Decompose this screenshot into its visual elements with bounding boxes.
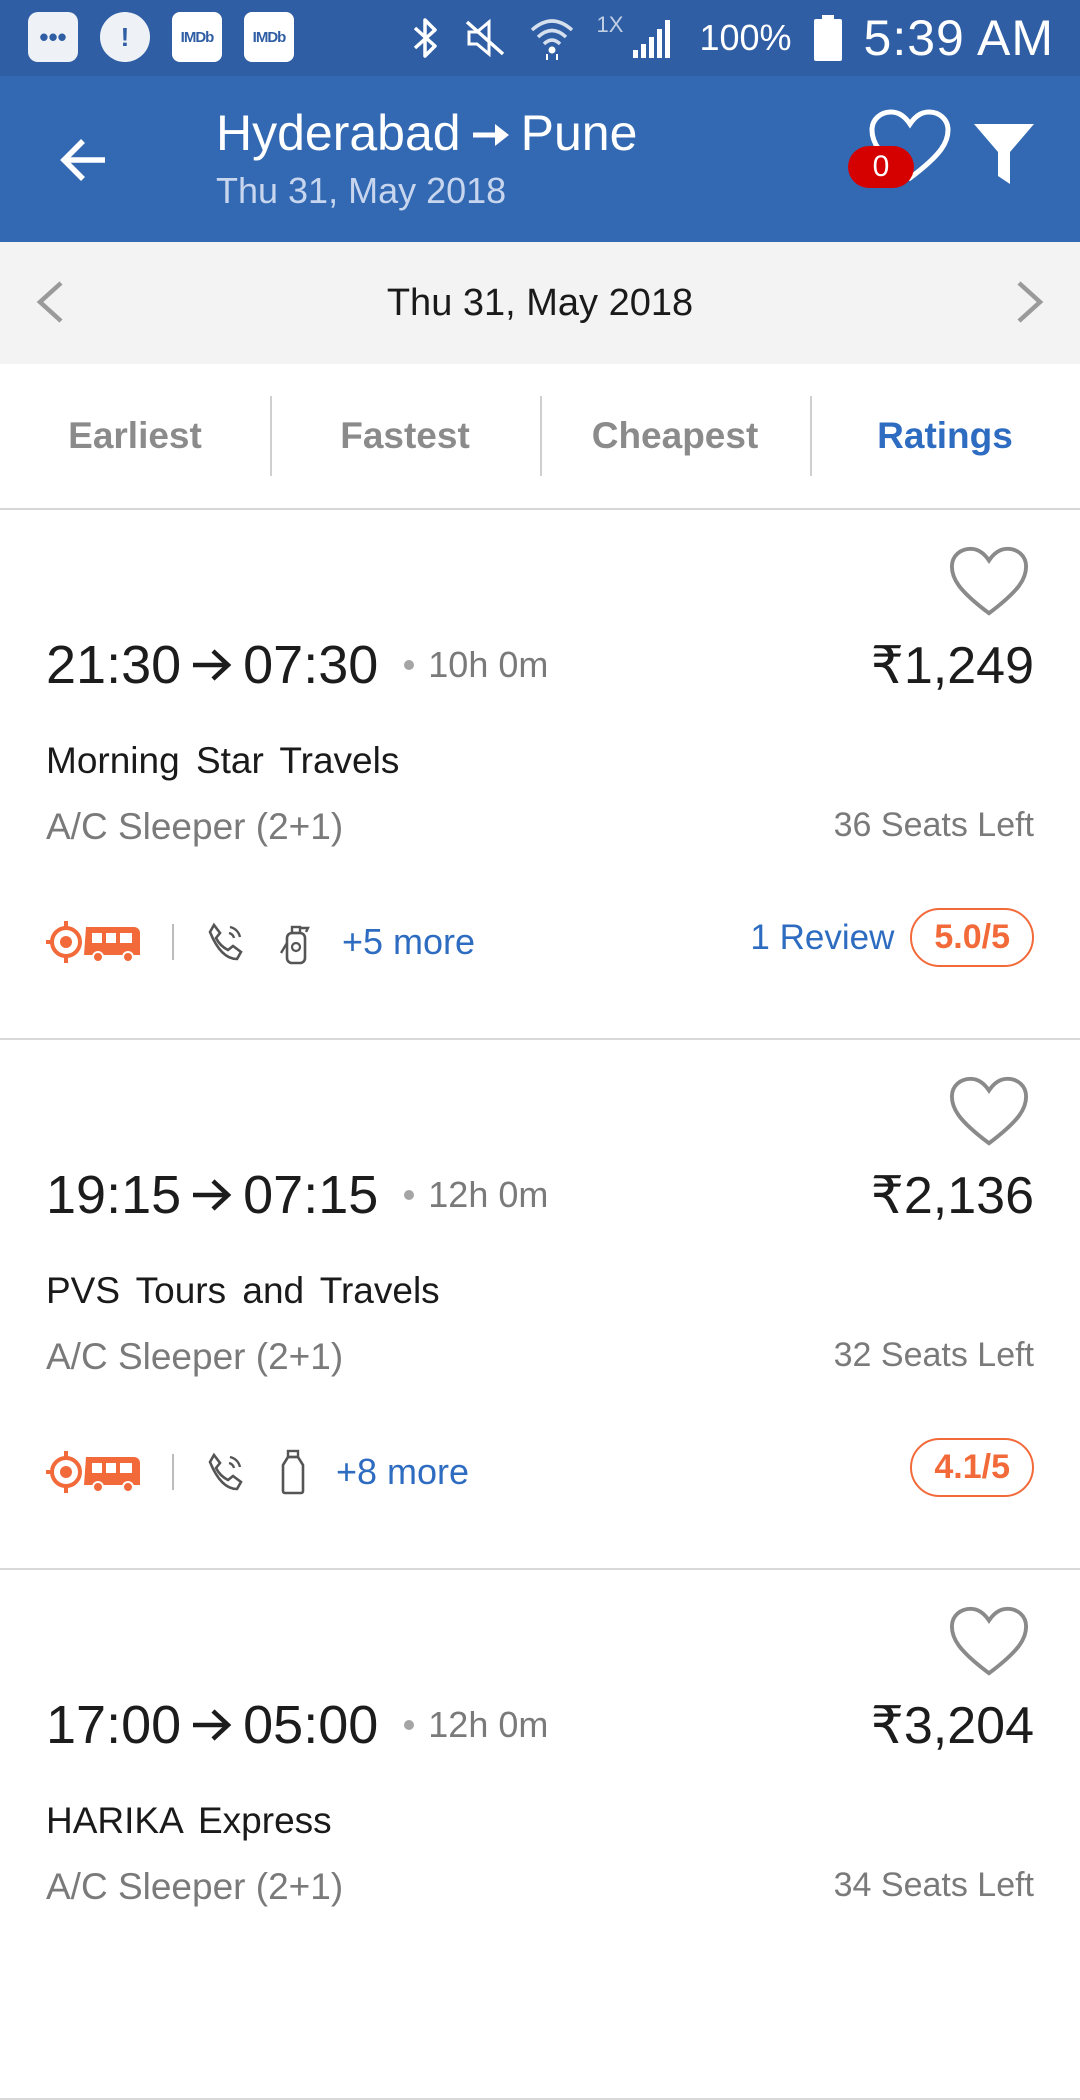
journey-duration: 10h 0m bbox=[404, 644, 548, 686]
journey-times: 19:15 07:15 12h 0m bbox=[46, 1164, 548, 1226]
amenity-divider bbox=[172, 924, 174, 960]
mute-icon bbox=[463, 18, 507, 58]
status-bar: ••• ! IMDb IMDb 1X 100% 5:39 AM bbox=[0, 0, 1080, 76]
departure-time: 19:15 bbox=[46, 1165, 182, 1225]
fire-extinguisher-icon bbox=[278, 919, 314, 965]
bus-card[interactable]: 17:00 05:00 12h 0m ₹3,204 HARIKA Express… bbox=[0, 1570, 1080, 2100]
amenities-row: +8 more bbox=[46, 1442, 469, 1502]
tab-earliest[interactable]: Earliest bbox=[0, 364, 270, 508]
sort-tabs: Earliest Fastest Cheapest Ratings bbox=[0, 364, 1080, 510]
arrival-time: 07:30 bbox=[243, 635, 379, 695]
favorite-bus-button[interactable] bbox=[948, 1074, 1030, 1150]
seats-left: 32 Seats Left bbox=[833, 1336, 1034, 1374]
back-arrow-icon bbox=[60, 139, 105, 181]
imdb-icon: IMDb bbox=[244, 12, 294, 62]
rating-badge: 4.1/5 bbox=[910, 1438, 1034, 1497]
filter-icon bbox=[974, 124, 1034, 184]
arrival-time: 07:15 bbox=[243, 1165, 379, 1225]
date-navigator: Thu 31, May 2018 bbox=[0, 242, 1080, 364]
duration-text: 10h 0m bbox=[428, 644, 549, 685]
bullet-dot-icon bbox=[404, 1190, 415, 1200]
network-type-label: 1X bbox=[596, 12, 624, 37]
journey-duration: 12h 0m bbox=[404, 1704, 548, 1746]
selected-date: Thu 31, May 2018 bbox=[386, 282, 694, 324]
chevron-right-icon bbox=[1017, 281, 1044, 323]
bus-type: A/C Sleeper (2+1) bbox=[46, 1866, 344, 1907]
alert-icon: ! bbox=[100, 12, 150, 62]
bus-type: A/C Sleeper (2+1) bbox=[46, 1336, 344, 1377]
rating-section: 1 Review 5.0/5 bbox=[750, 908, 1034, 967]
amenities-row: +5 more bbox=[46, 912, 475, 972]
departure-time: 21:30 bbox=[46, 635, 182, 695]
back-button[interactable] bbox=[44, 120, 124, 200]
bus-list: 21:30 07:30 10h 0m ₹1,249 Morning Star T… bbox=[0, 510, 1080, 2100]
route-heading: Hyderabad Pune bbox=[216, 104, 637, 162]
system-icons: 1X 100% 5:39 AM bbox=[411, 6, 1054, 70]
tab-fastest[interactable]: Fastest bbox=[270, 364, 540, 508]
amenity-divider bbox=[172, 1454, 174, 1490]
departure-time: 17:00 bbox=[46, 1695, 182, 1755]
more-amenities-link[interactable]: +5 more bbox=[342, 921, 475, 963]
tab-ratings[interactable]: Ratings bbox=[810, 364, 1080, 508]
favorites-count-badge: 0 bbox=[848, 146, 914, 188]
seats-left: 36 Seats Left bbox=[833, 806, 1034, 844]
filter-button[interactable] bbox=[972, 120, 1048, 200]
emergency-call-icon bbox=[204, 1451, 246, 1493]
arrival-time: 05:00 bbox=[243, 1695, 379, 1755]
next-date-button[interactable] bbox=[1000, 272, 1060, 332]
favorite-bus-button[interactable] bbox=[948, 544, 1030, 620]
duration-text: 12h 0m bbox=[428, 1174, 549, 1215]
origin-city: Hyderabad bbox=[216, 105, 461, 161]
chat-notification-icon: ••• bbox=[28, 12, 78, 62]
battery-icon bbox=[813, 15, 842, 61]
journey-times: 21:30 07:30 10h 0m bbox=[46, 634, 548, 696]
reviews-link[interactable]: 1 Review bbox=[750, 918, 894, 958]
heart-outline-icon bbox=[949, 546, 1029, 616]
tab-cheapest[interactable]: Cheapest bbox=[540, 364, 810, 508]
more-amenities-link[interactable]: +8 more bbox=[336, 1451, 469, 1493]
favorites-button[interactable]: 0 bbox=[848, 108, 958, 208]
rating-badge: 5.0/5 bbox=[910, 908, 1034, 967]
emergency-call-icon bbox=[204, 921, 246, 963]
heart-outline-icon bbox=[949, 1606, 1029, 1676]
operator-name: HARIKA Express bbox=[46, 1800, 332, 1841]
imdb-icon: IMDb bbox=[172, 12, 222, 62]
route-title: Hyderabad Pune Thu 31, May 2018 bbox=[216, 104, 637, 212]
bullet-dot-icon bbox=[404, 1720, 415, 1730]
arrow-right-icon bbox=[191, 1708, 233, 1742]
arrow-right-icon bbox=[191, 1178, 233, 1212]
heart-outline-icon bbox=[949, 1076, 1029, 1146]
wifi-icon bbox=[529, 16, 575, 60]
seats-left: 34 Seats Left bbox=[833, 1866, 1034, 1904]
bus-type: A/C Sleeper (2+1) bbox=[46, 806, 344, 847]
fare-price: ₹3,204 bbox=[870, 1697, 1034, 1755]
bullet-dot-icon bbox=[404, 660, 415, 670]
rating-section: 4.1/5 bbox=[910, 1438, 1034, 1497]
fare-price: ₹2,136 bbox=[870, 1167, 1034, 1225]
arrow-right-icon bbox=[191, 648, 233, 682]
bus-card[interactable]: 21:30 07:30 10h 0m ₹1,249 Morning Star T… bbox=[0, 510, 1080, 1040]
notification-icons: ••• ! IMDb IMDb bbox=[28, 12, 294, 62]
app-bar: Hyderabad Pune Thu 31, May 2018 0 bbox=[0, 76, 1080, 242]
clock: 5:39 AM bbox=[863, 10, 1054, 66]
journey-duration: 12h 0m bbox=[404, 1174, 548, 1216]
journey-date: Thu 31, May 2018 bbox=[216, 170, 507, 211]
operator-name: Morning Star Travels bbox=[46, 740, 400, 781]
water-bottle-icon bbox=[278, 1449, 308, 1495]
destination-city: Pune bbox=[520, 105, 638, 161]
fare-price: ₹1,249 bbox=[870, 637, 1034, 695]
bluetooth-icon bbox=[411, 16, 441, 60]
live-tracking-bus-icon bbox=[46, 1449, 142, 1495]
journey-times: 17:00 05:00 12h 0m bbox=[46, 1694, 548, 1756]
route-arrow-icon bbox=[471, 104, 511, 162]
duration-text: 12h 0m bbox=[428, 1704, 549, 1745]
operator-name: PVS Tours and Travels bbox=[46, 1270, 440, 1311]
favorite-bus-button[interactable] bbox=[948, 1604, 1030, 1680]
live-tracking-bus-icon bbox=[46, 919, 142, 965]
bus-card[interactable]: 19:15 07:15 12h 0m ₹2,136 PVS Tours and … bbox=[0, 1040, 1080, 1570]
battery-percent: 100% bbox=[699, 17, 792, 58]
signal-icon bbox=[631, 16, 677, 60]
